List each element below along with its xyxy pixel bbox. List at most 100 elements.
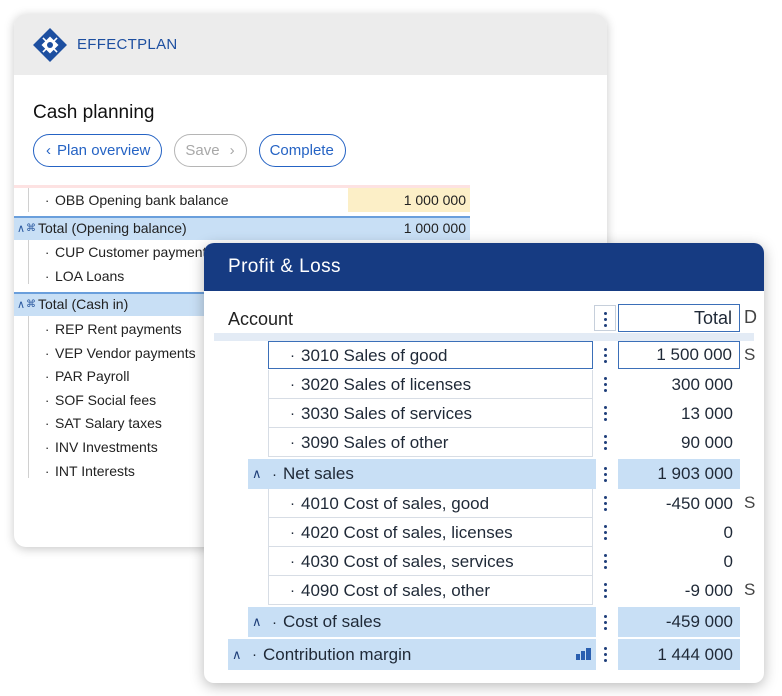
row-value[interactable]: 1 444 000 [618,639,740,670]
row-label: 3030 Sales of services [301,403,473,423]
complete-button[interactable]: Complete [258,134,346,167]
row-label: LOA Loans [55,268,125,284]
next-column-value: S [744,493,756,512]
account-label-wrap: · Contribution margin [252,639,411,670]
chevron-left-icon: ‹ [46,142,51,159]
kebab-icon[interactable] [596,431,614,453]
pl-row-cost-of-sales[interactable]: ∧ · Cost of sales -459 000 [204,607,764,637]
row-label: Contribution margin [263,644,412,664]
bullet: · [290,405,295,422]
account-label-wrap: · 4010 Cost of sales, good [290,489,489,518]
row-label: SAT Salary taxes [55,415,162,431]
bullet: · [272,465,277,483]
page-title: Cash planning [33,102,155,123]
pl-row-net-sales[interactable]: ∧ · Net sales 1 903 000 [204,459,764,489]
brand-name: EFFECTPLAN [77,36,178,53]
bullet: · [290,553,295,570]
bullet: · [272,613,277,631]
pl-row-4090[interactable]: · 4090 Cost of sales, other -9 000 S [204,576,764,605]
bullet: · [290,376,295,393]
kebab-icon[interactable] [596,550,614,572]
bullet: · [45,268,50,284]
pl-row-contribution-margin[interactable]: ∧ · Contribution margin 1 444 000 [204,639,764,670]
bullet: · [45,345,50,361]
next-column-value: S [744,345,756,364]
collapse-icon[interactable]: ∧ [232,647,242,663]
pl-row-3020[interactable]: · 3020 Sales of licenses 300 000 [204,370,764,399]
row-value[interactable]: 1 500 000 [618,341,740,369]
cash-row-obb[interactable]: · OBB Opening bank balance 1 000 000 [14,188,470,212]
collapse-icon[interactable]: ∧ [17,222,25,235]
pl-row-4010[interactable]: · 4010 Cost of sales, good -450 000 S [204,489,764,518]
bullet: · [290,347,295,364]
row-value[interactable]: 0 [618,518,740,547]
pl-row-4030[interactable]: · 4030 Cost of sales, services 0 [204,547,764,576]
plan-overview-button[interactable]: ‹ Plan overview [33,134,163,167]
collapse-icon[interactable]: ∧ [252,466,262,482]
row-value: 1 000 000 [403,192,466,208]
column-header-next: D [744,307,757,327]
bullet: · [45,368,50,384]
bullet: · [252,646,257,663]
kebab-icon[interactable] [596,521,614,543]
row-label: REP Rent payments [55,321,182,337]
row-label: 4010 Cost of sales, good [301,493,490,513]
save-label: Save [185,142,220,159]
pl-row-3030[interactable]: · 3030 Sales of services 13 000 [204,399,764,428]
kebab-icon[interactable] [596,402,614,424]
effectplan-logo-icon [31,26,69,64]
kebab-icon[interactable] [596,344,614,366]
toolbar: ‹ Plan overview Save › Complete [33,134,346,167]
kebab-icon[interactable] [596,611,614,633]
kebab-icon[interactable] [596,463,614,485]
plan-overview-label: Plan overview [57,142,151,159]
kebab-icon[interactable] [596,373,614,395]
cash-row-total-opening[interactable]: ∧ ⌘ Total (Opening balance) 1 000 000 [14,216,470,240]
account-label-wrap: · Cost of sales [272,607,381,637]
pl-row-3010[interactable]: · 3010 Sales of good 1 500 000 S [204,341,764,370]
save-button[interactable]: Save › [174,134,247,167]
row-label: PAR Payroll [55,368,130,384]
profit-loss-window: Profit & Loss Account Total D · 3010 Sale… [204,243,764,683]
row-label: INT Interests [55,463,135,479]
bullet: · [45,192,50,208]
bullet: · [45,439,50,455]
row-value[interactable]: 90 000 [618,428,740,457]
row-value[interactable]: -459 000 [618,607,740,637]
account-label-wrap: · 4030 Cost of sales, services [290,547,514,576]
pl-row-3090[interactable]: · 3090 Sales of other 90 000 [204,428,764,457]
pl-row-4020[interactable]: · 4020 Cost of sales, licenses 0 [204,518,764,547]
kebab-icon[interactable] [596,643,614,665]
next-column-value: S [744,580,756,599]
account-label-wrap: · 3020 Sales of licenses [290,370,471,399]
row-value[interactable]: -9 000 [618,576,740,605]
bullet: · [290,582,295,599]
account-label-wrap: · 4020 Cost of sales, licenses [290,518,513,547]
bullet: · [45,244,50,260]
row-value[interactable]: 1 903 000 [618,459,740,489]
column-header-account: Account [228,308,294,329]
row-value[interactable]: 300 000 [618,370,740,399]
header-divider [214,333,754,341]
bullet: · [45,392,50,408]
account-label-wrap: · 3010 Sales of good [290,341,448,370]
row-label: CUP Customer payments [55,244,214,260]
column-header-total[interactable]: Total [618,304,740,332]
row-value[interactable]: -450 000 [618,489,740,518]
row-value[interactable]: 13 000 [618,399,740,428]
row-value[interactable]: 0 [618,547,740,576]
row-label: VEP Vendor payments [55,345,196,361]
kebab-icon[interactable] [596,579,614,601]
chart-icon[interactable] [576,648,592,660]
bullet: · [45,415,50,431]
column-menu-button[interactable] [594,305,616,331]
collapse-icon[interactable]: ∧ [17,298,25,311]
kebab-icon[interactable] [596,492,614,514]
account-label-wrap: · 4090 Cost of sales, other [290,576,490,605]
row-label: INV Investments [55,439,158,455]
account-label-wrap: · 3030 Sales of services [290,399,472,428]
row-label: 3020 Sales of licenses [301,374,472,394]
row-label: SOF Social fees [55,392,157,408]
collapse-icon[interactable]: ∧ [252,614,262,630]
bullet: · [290,524,295,541]
